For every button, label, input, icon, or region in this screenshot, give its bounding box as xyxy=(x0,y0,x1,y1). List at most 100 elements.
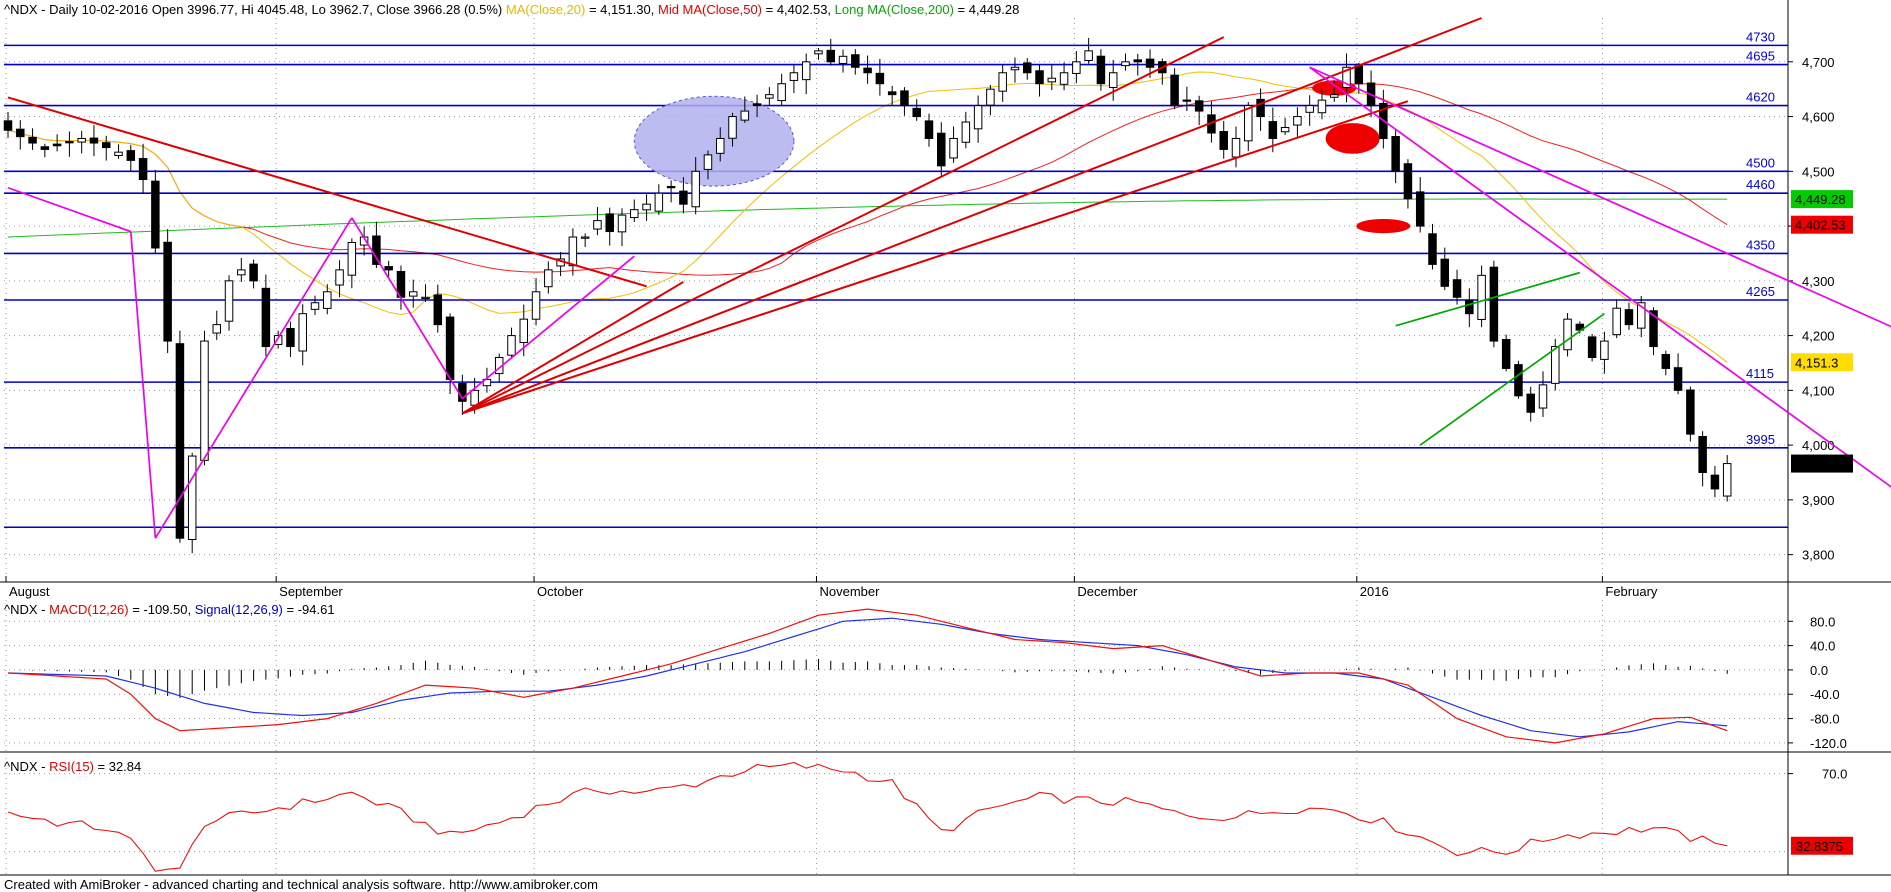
candle-body xyxy=(679,190,688,205)
candle-body xyxy=(998,72,1007,92)
month-label: February xyxy=(1605,584,1658,599)
macd-tick-label: -80.0 xyxy=(1810,712,1840,727)
candle-body xyxy=(875,72,885,85)
price-title-part: = 4,151.30, xyxy=(585,2,658,17)
candle-body xyxy=(1194,100,1204,112)
candle-body xyxy=(1121,61,1130,67)
candle-body xyxy=(1624,309,1634,326)
candle-body xyxy=(961,121,971,143)
level-label: 4695 xyxy=(1746,49,1775,64)
macd-tick-label: -40.0 xyxy=(1810,687,1840,702)
candle-body xyxy=(1722,463,1732,497)
candle-body xyxy=(531,291,541,320)
candle-body xyxy=(77,137,86,143)
candle-body xyxy=(851,54,860,68)
candle-body xyxy=(65,141,74,144)
stock-chart: 3,8003,9004,0004,1004,2004,3004,4004,500… xyxy=(0,0,1891,892)
candle-body xyxy=(445,316,455,380)
candle-body xyxy=(912,107,921,118)
candle-body xyxy=(1612,307,1621,336)
candle-body xyxy=(924,120,934,139)
candle-body xyxy=(298,313,307,352)
candle-body xyxy=(151,180,160,249)
candle-body xyxy=(1072,61,1081,74)
candle-body xyxy=(691,170,700,208)
candle-body xyxy=(666,185,676,189)
candle-body xyxy=(1268,121,1278,139)
price-tick-label: 4,500 xyxy=(1802,164,1835,179)
price-tick-label: 3,900 xyxy=(1802,493,1835,508)
price-tick-label: 4,600 xyxy=(1802,110,1835,125)
candle-body xyxy=(519,318,529,343)
candle-body xyxy=(28,136,37,144)
month-label: 2016 xyxy=(1360,584,1389,599)
price-tag-label: 4,151.3 xyxy=(1795,355,1838,370)
candle-body xyxy=(1059,72,1069,85)
footer-credit: Created with AmiBroker - advanced charti… xyxy=(4,877,598,892)
candle-body xyxy=(187,455,197,540)
candle-body xyxy=(1047,77,1057,83)
candle-body xyxy=(237,269,246,276)
candle-body xyxy=(1698,436,1707,473)
candle-body xyxy=(863,67,872,74)
candle-body xyxy=(1354,65,1364,85)
price-tag-label: 3,966.28 xyxy=(1795,457,1846,472)
candle-body xyxy=(801,61,811,81)
candle-body xyxy=(728,116,737,139)
month-label: August xyxy=(9,584,50,599)
level-label: 4500 xyxy=(1746,155,1775,170)
candle-body xyxy=(163,241,172,342)
candle-body xyxy=(101,142,111,149)
candle-body xyxy=(1305,105,1314,113)
candle-body xyxy=(1231,137,1241,158)
candle-body xyxy=(212,324,222,334)
macd-tick-label: 0.0 xyxy=(1810,663,1828,678)
candle-body xyxy=(1022,62,1032,74)
macd-title-part: MACD(12,26) xyxy=(49,602,128,617)
candle-body xyxy=(752,103,762,107)
rsi-title-part: RSI(15) xyxy=(49,759,94,774)
candle-body xyxy=(421,296,430,299)
candle-body xyxy=(1673,367,1683,391)
candle-body xyxy=(1600,340,1609,360)
highlight-ellipse xyxy=(633,95,795,187)
macd-title-part: ^NDX - xyxy=(4,602,49,617)
price-title-part: MA(Close,20) xyxy=(506,2,585,17)
level-label: 4265 xyxy=(1746,284,1775,299)
candle-body xyxy=(1096,55,1106,85)
price-tick-label: 4,300 xyxy=(1802,274,1835,289)
candle-body xyxy=(384,266,393,271)
candle-body xyxy=(937,132,946,167)
candle-body xyxy=(372,235,381,265)
candle-body xyxy=(347,242,357,276)
price-pane: 3,8003,9004,0004,1004,2004,3004,4004,500… xyxy=(0,0,1891,892)
price-title-part: = 4,449.28 xyxy=(954,2,1019,17)
macd-title-part: = -109.50, xyxy=(129,602,195,617)
candle-body xyxy=(777,83,786,102)
macd-tick-label: -120.0 xyxy=(1810,736,1847,751)
candle-body xyxy=(1108,72,1118,88)
macd-tick-label: 80.0 xyxy=(1810,614,1835,629)
candle-body xyxy=(654,192,664,212)
candle-body xyxy=(986,88,995,106)
candle-body xyxy=(1391,135,1400,172)
level-label: 4620 xyxy=(1746,90,1775,105)
price-tick-label: 4,100 xyxy=(1802,383,1835,398)
macd-title-part: Signal(12,26,9) xyxy=(195,602,283,617)
rsi-title-part: ^NDX - xyxy=(4,759,49,774)
candle-body xyxy=(1415,191,1425,227)
candle-body xyxy=(1587,336,1597,358)
level-label: 4115 xyxy=(1746,366,1774,381)
month-label: September xyxy=(279,584,343,599)
candle-body xyxy=(973,105,983,130)
macd-title-part: = -94.61 xyxy=(283,602,335,617)
candle-body xyxy=(1514,364,1523,397)
candle-body xyxy=(949,137,958,159)
candle-body xyxy=(224,280,234,322)
candle-body xyxy=(458,383,467,402)
candle-body xyxy=(1010,66,1020,71)
candle-body xyxy=(200,340,209,461)
candle-body xyxy=(138,158,148,181)
candle-body xyxy=(544,269,553,288)
price-title-part: ^NDX - Daily 10-02-2016 Open 3996.77, Hi… xyxy=(4,2,506,17)
